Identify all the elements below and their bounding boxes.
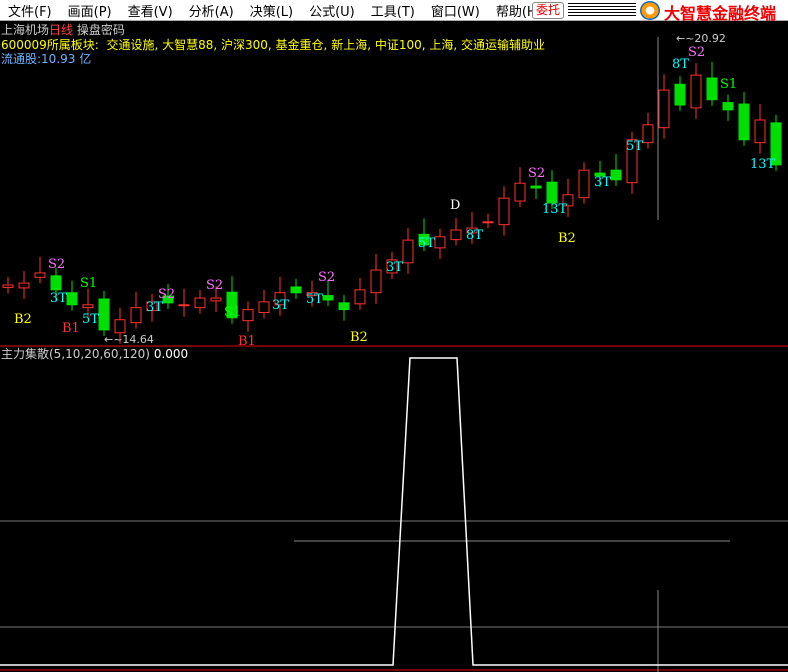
candle-body [546, 181, 558, 204]
candle-body [242, 309, 254, 322]
candle-body [34, 272, 46, 278]
candle-body [290, 286, 302, 294]
indicator-line [0, 357, 788, 666]
candle-body [82, 304, 94, 309]
signal-label: 3T [146, 300, 163, 315]
signal-label: 5T [418, 236, 435, 251]
signal-label: 3T [386, 260, 403, 275]
price-high-label: ←~20.92 [676, 32, 726, 45]
signal-label: S1 [720, 77, 737, 92]
candle-body [370, 269, 382, 294]
signal-label: 8T [672, 57, 689, 72]
signal-label: S2 [318, 270, 335, 285]
signal-label: 3T [272, 298, 289, 313]
candle-body [738, 103, 750, 141]
candle-body [498, 197, 510, 226]
extra-label: 操盘密码 [76, 23, 125, 37]
signal-label: 5T [82, 312, 99, 327]
candle-body [18, 282, 30, 289]
signal-label: 3T [594, 175, 611, 190]
candle-body [754, 119, 766, 144]
candle-body [130, 307, 142, 324]
float-shares: 流通股:10.93 亿 [1, 52, 92, 66]
signal-label: 3T [50, 291, 67, 306]
signal-label: 5T [306, 292, 323, 307]
signal-label: S2 [206, 278, 223, 293]
signal-label: B2 [558, 231, 576, 246]
candle-body [354, 289, 366, 305]
sector-list: 交通设施, 大智慧88, 沪深300, 基金重仓, 新上海, 中证100, 上海… [106, 38, 545, 52]
signal-label: 13T [750, 157, 776, 172]
candle-body [98, 298, 110, 331]
signal-label: B1 [62, 321, 80, 336]
period: 日线 [49, 23, 74, 37]
candle-body [722, 102, 734, 111]
candle-body [674, 83, 686, 106]
signal-label: D [450, 198, 460, 213]
signal-label: S1 [224, 305, 241, 320]
candle-body [178, 304, 190, 307]
candle-body [194, 297, 206, 309]
candle-body [338, 302, 350, 311]
candle-body [114, 319, 126, 334]
candle-body [210, 297, 222, 302]
candle-body [2, 284, 14, 288]
signal-label: S2 [688, 45, 705, 60]
candle-body [610, 169, 622, 181]
candle-body [258, 301, 270, 313]
signal-label: B2 [350, 330, 368, 345]
signal-label: S2 [48, 257, 65, 272]
kline-chart[interactable]: ←~20.92←~14.64S2S1B1B23T5TS2S2S1B13TS25T… [0, 0, 788, 672]
stock-name: 上海机场 [1, 23, 50, 37]
candle-body [50, 275, 62, 291]
signal-label: 13T [542, 202, 568, 217]
candle-body [706, 77, 718, 101]
signal-label: S1 [80, 276, 97, 291]
signal-label: 5T [626, 139, 643, 154]
indicator-value: 0.000 [153, 347, 189, 361]
signal-label: S2 [528, 166, 545, 181]
candle-body [402, 239, 414, 264]
candle-body [690, 74, 702, 109]
candle-body [322, 295, 334, 301]
candle-body [658, 89, 670, 129]
candle-body [66, 292, 78, 306]
candle-body [482, 221, 494, 224]
candle-body [434, 236, 446, 249]
candle-body [642, 124, 654, 144]
indicator-name: 主力集散(5,10,20,60,120) [1, 347, 150, 361]
candle-body [450, 229, 462, 241]
signal-label: B1 [238, 334, 256, 349]
candle-body [578, 169, 590, 199]
signal-label: B2 [14, 312, 32, 327]
indicator-header: 主力集散(5,10,20,60,120) 0.000 [1, 345, 188, 362]
candle-body [530, 185, 542, 189]
signal-label: 8T [466, 228, 483, 243]
candle-body [514, 182, 526, 202]
